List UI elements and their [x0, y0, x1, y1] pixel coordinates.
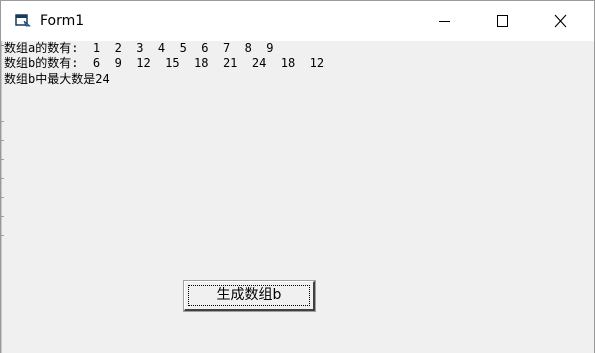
close-icon — [554, 14, 567, 28]
window-title: Form1 — [40, 13, 85, 29]
maximize-icon — [497, 15, 508, 27]
scroll-edge-marks — [1, 41, 4, 353]
maximize-button[interactable] — [473, 1, 531, 41]
generate-array-b-button[interactable]: 生成数组b — [183, 280, 316, 312]
close-button[interactable] — [532, 1, 590, 41]
array-b-output: 数组b的数有: 6 9 12 15 18 21 24 18 12 — [4, 56, 325, 70]
form-client-area: 数组a的数有: 1 2 3 4 5 6 7 8 9 数组b的数有: 6 9 12… — [1, 41, 594, 353]
generate-array-b-label: 生成数组b — [216, 287, 282, 303]
minimize-button[interactable] — [415, 1, 473, 41]
title-bar[interactable]: Form1 — [1, 1, 594, 41]
max-value-output: 数组b中最大数是24 — [4, 72, 110, 86]
array-a-output: 数组a的数有: 1 2 3 4 5 6 7 8 9 — [4, 41, 274, 55]
form-icon[interactable] — [15, 13, 32, 28]
form-window: Form1 数组a的数有: 1 2 3 4 5 6 7 8 9 数组b的数有: … — [0, 0, 595, 353]
